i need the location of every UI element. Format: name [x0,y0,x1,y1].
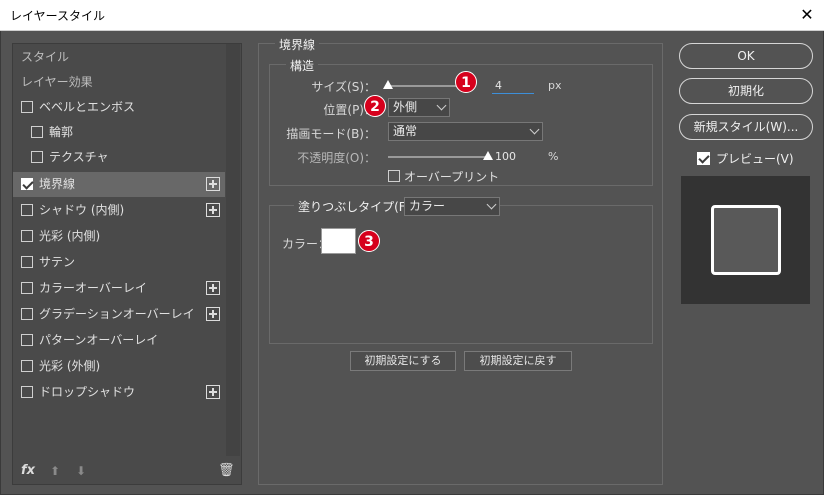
blend-mode-select[interactable]: 通常 [388,122,543,141]
style-item-label: 光彩 (外側) [39,359,101,373]
opacity-input[interactable]: 100 [492,149,534,165]
gradient-overlay-checkbox[interactable] [21,308,33,320]
color-swatch[interactable] [321,228,356,254]
bevel-checkbox[interactable] [21,101,33,113]
fx-icon[interactable]: fx [21,463,35,478]
style-item-label: グラデーションオーバーレイ [39,307,195,321]
size-label: サイズ(S)： [311,80,376,94]
styles-header[interactable]: スタイル [13,45,225,70]
add-icon[interactable] [206,385,220,399]
reset-button[interactable]: 初期化 [679,78,813,104]
stroke-section-title: 境界線 [275,36,320,53]
satin-checkbox[interactable] [21,256,33,268]
styles-list-panel: スタイル レイヤー効果 ベベルとエンボス 輪郭 テクスチャ 境界線 シャドウ (… [12,43,242,485]
style-preview [681,176,810,304]
inner-glow-checkbox[interactable] [21,230,33,242]
texture-checkbox[interactable] [31,151,43,163]
add-icon[interactable] [206,307,220,321]
styles-list-scrollbar[interactable] [226,44,240,456]
chevron-down-icon [486,199,497,210]
size-unit: px [548,79,562,92]
overprint-checkbox[interactable] [388,170,400,182]
callout-badge-3: 3 [358,230,380,252]
opacity-slider-track[interactable] [388,156,488,158]
chevron-down-icon [529,124,540,135]
effects-header[interactable]: レイヤー効果 [13,70,225,95]
opacity-label: 不透明度(O)： [297,151,376,165]
style-item-label: サテン [39,255,76,269]
trash-icon[interactable]: 🗑 [218,464,235,478]
opacity-unit: % [548,150,559,163]
ok-button[interactable]: OK [679,43,813,69]
reset-default-button[interactable]: 初期設定に戻す [464,351,572,371]
style-item-outer-glow[interactable]: 光彩 (外側) [13,354,225,379]
style-item-drop-shadow[interactable]: ドロップシャドウ [13,380,225,405]
inner-shadow-checkbox[interactable] [21,204,33,216]
style-item-pattern-overlay[interactable]: パターンオーバーレイ [13,328,225,353]
size-input[interactable]: 4 [492,78,534,94]
blend-mode-value: 通常 [393,124,418,138]
new-style-button[interactable]: 新規スタイル(W)... [679,114,813,140]
add-icon[interactable] [206,281,220,295]
style-item-label: 境界線 [39,177,76,191]
contour-checkbox[interactable] [31,126,43,138]
preview-square [711,205,781,275]
style-item-label: パターンオーバーレイ [39,333,159,347]
style-item-label: ドロップシャドウ [39,385,136,399]
style-item-color-overlay[interactable]: カラーオーバーレイ [13,276,225,301]
style-item-bevel[interactable]: ベベルとエンボス [13,95,225,120]
callout-badge-1: 1 [455,71,477,93]
style-item-texture[interactable]: テクスチャ [13,145,225,170]
style-item-inner-glow[interactable]: 光彩 (内側) [13,224,225,249]
style-item-label: 輪郭 [49,125,74,139]
drop-shadow-checkbox[interactable] [21,386,33,398]
preview-checkbox[interactable] [697,152,710,165]
move-down-icon[interactable]: ⬇ [75,465,87,477]
chevron-down-icon [436,100,447,111]
style-item-label: ベベルとエンボス [39,100,136,114]
position-select[interactable]: 外側 [388,98,450,117]
stroke-settings-panel: 境界線 構造 サイズ(S)： 4 px 位置(P)： 外側 描画モード(B)： … [258,36,663,485]
fill-type-select[interactable]: カラー [404,197,500,216]
position-label: 位置(P)： [323,103,376,117]
blend-mode-label: 描画モード(B)： [286,127,376,141]
stroke-checkbox[interactable] [21,178,33,190]
style-item-stroke[interactable]: 境界線 [13,172,225,197]
overprint-label: オーバープリント [404,170,500,184]
layer-style-dialog: スタイル レイヤー効果 ベベルとエンボス 輪郭 テクスチャ 境界線 シャドウ (… [0,31,824,495]
make-default-button[interactable]: 初期設定にする [350,351,456,371]
size-slider-thumb[interactable] [383,80,393,89]
position-value: 外側 [393,100,418,114]
style-item-label: 光彩 (内側) [39,229,101,243]
fill-type-group: 塗りつぶしタイプ(F)： カラー カラー： [269,197,653,344]
add-icon[interactable] [206,177,220,191]
style-item-contour[interactable]: 輪郭 [13,120,225,145]
styles-list-footer: fx ⬆ ⬇ 🗑 [13,458,241,486]
outer-glow-checkbox[interactable] [21,360,33,372]
style-item-label: シャドウ (内側) [39,203,125,217]
style-item-label: カラーオーバーレイ [39,281,147,295]
move-up-icon[interactable]: ⬆ [49,465,61,477]
styles-list: スタイル レイヤー効果 ベベルとエンボス 輪郭 テクスチャ 境界線 シャドウ (… [13,44,225,456]
style-item-gradient-overlay[interactable]: グラデーションオーバーレイ [13,302,225,327]
preview-label: プレビュー(V) [716,152,794,166]
title-bar: レイヤースタイル ✕ [0,0,824,31]
fill-type-value: カラー [409,199,446,213]
pattern-overlay-checkbox[interactable] [21,334,33,346]
close-icon[interactable]: ✕ [794,3,820,27]
style-item-label: テクスチャ [49,150,109,164]
color-overlay-checkbox[interactable] [21,282,33,294]
structure-title: 構造 [286,57,319,74]
style-item-inner-shadow[interactable]: シャドウ (内側) [13,198,225,223]
window-title: レイヤースタイル [10,9,106,23]
callout-badge-2: 2 [364,95,386,117]
add-icon[interactable] [206,203,220,217]
style-item-satin[interactable]: サテン [13,250,225,275]
